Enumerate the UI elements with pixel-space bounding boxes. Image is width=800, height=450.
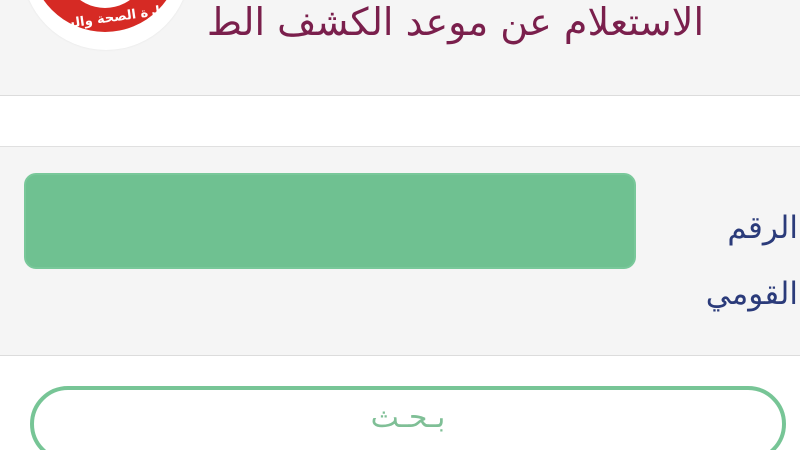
ministry-logo-icon: وزارة الصحة والسكان xyxy=(22,0,190,50)
page-header: وزارة الصحة والسكان الاستعلام عن موعد ال… xyxy=(0,0,800,96)
page-title: الاستعلام عن موعد الكشف الط xyxy=(206,0,704,44)
spacer xyxy=(0,96,800,148)
national-id-input[interactable] xyxy=(24,173,636,269)
national-id-label: الرقم القومي xyxy=(688,195,798,327)
inquiry-page: وزارة الصحة والسكان الاستعلام عن موعد ال… xyxy=(0,0,800,450)
national-id-label-line2: القومي xyxy=(705,276,798,312)
national-id-form: الرقم القومي xyxy=(0,146,800,356)
search-button[interactable]: بـحـث xyxy=(30,386,786,450)
national-id-label-line1: الرقم xyxy=(727,210,798,246)
